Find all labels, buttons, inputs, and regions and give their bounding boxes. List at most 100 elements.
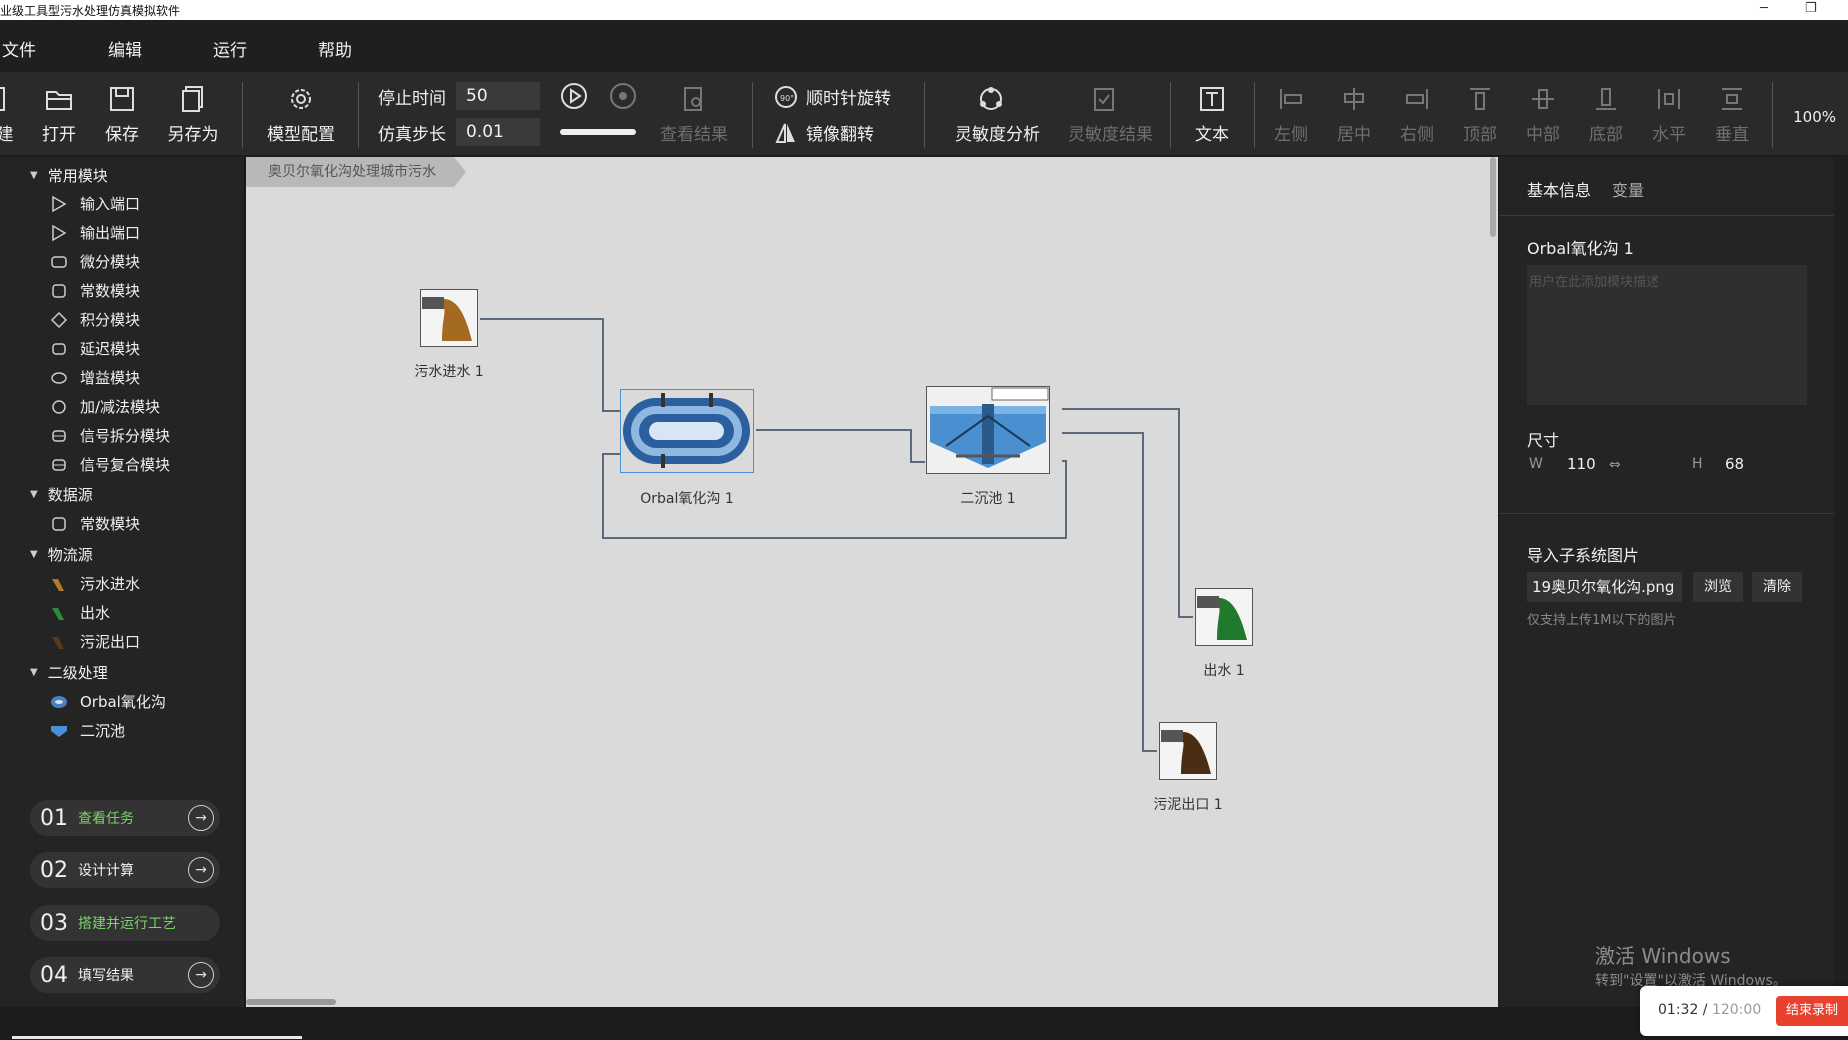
signal-split-icon	[52, 429, 66, 442]
triangle-port-icon	[52, 195, 67, 212]
link-ratio-icon[interactable]: ⇔	[1609, 457, 1621, 473]
mirror-flip-icon	[775, 123, 795, 143]
view-result-button[interactable]: 查看结果	[659, 80, 729, 150]
tree-item-input-port[interactable]: 输入端口	[50, 193, 140, 214]
tree-item-constant[interactable]: 常数模块	[50, 280, 140, 301]
stop-recording-button[interactable]: 结束录制	[1776, 996, 1848, 1026]
clear-button[interactable]: 清除	[1752, 572, 1802, 602]
block-influent[interactable]: 污水进水 1	[414, 289, 484, 380]
triangle-port-icon	[52, 224, 67, 241]
step-input[interactable]	[456, 118, 540, 146]
vertical-scrollbar[interactable]	[1490, 157, 1496, 237]
tree-item-clarifier[interactable]: 二沉池	[50, 720, 125, 741]
diagram-canvas[interactable]: 奥贝尔氧化沟处理城市污水 污水进水 1 Orbal氧化沟 1 二沉池 1 出水 …	[246, 157, 1498, 1007]
block-effluent[interactable]: 出水 1	[1195, 588, 1253, 679]
distribute-vertical-button[interactable]: 垂直	[1701, 80, 1763, 150]
play-icon[interactable]	[560, 82, 588, 110]
open-button[interactable]: 打开	[24, 80, 94, 150]
tree-item-sludge-outlet[interactable]: 污泥出口	[50, 631, 140, 652]
horizontal-scrollbar[interactable]	[246, 999, 336, 1005]
tree-item-effluent[interactable]: 出水	[50, 602, 110, 623]
align-bottom-button[interactable]: 底部	[1575, 80, 1637, 150]
arrow-right-icon: →	[188, 805, 214, 831]
influent-pipe-icon	[420, 289, 478, 347]
module-block-icon	[52, 283, 66, 298]
text-button[interactable]: 文本	[1177, 80, 1247, 150]
size-heading: 尺寸	[1527, 431, 1560, 450]
align-top-button[interactable]: 顶部	[1449, 80, 1511, 150]
divider	[1499, 513, 1834, 514]
pipe-sludge-icon	[52, 636, 64, 649]
align-left-icon	[1280, 89, 1302, 109]
tree-group-secondary[interactable]: ▼ 二级处理	[30, 662, 108, 683]
tree-item-derivative[interactable]: 微分模块	[50, 251, 140, 272]
tree-item-data-constant[interactable]: 常数模块	[50, 513, 140, 534]
width-value[interactable]: 110	[1567, 455, 1596, 473]
tree-item-delay[interactable]: 延迟模块	[50, 338, 140, 359]
menu-bar: 文件 编辑 运行 帮助	[0, 20, 1848, 72]
stop-time-label: 停止时间	[378, 89, 446, 109]
image-file-field[interactable]: 19奥贝尔氧化沟.png	[1527, 572, 1682, 602]
tab-basic-info[interactable]: 基本信息	[1527, 177, 1591, 201]
task-01[interactable]: 01 查看任务 →	[30, 800, 220, 836]
block-clarifier[interactable]: 二沉池 1	[926, 386, 1050, 507]
block-orbal[interactable]: Orbal氧化沟 1	[620, 389, 754, 507]
mirror-button[interactable]: 镜像翻转	[774, 120, 874, 145]
align-center-button[interactable]: 居中	[1323, 80, 1385, 150]
height-value[interactable]: 68	[1725, 455, 1744, 473]
block-sludge-outlet[interactable]: 污泥出口 1	[1153, 722, 1223, 813]
recorder-widget: 01:32 / 120:00 结束录制	[1640, 986, 1848, 1036]
gear-icon	[291, 89, 311, 109]
tab-variables[interactable]: 变量	[1612, 177, 1644, 201]
tree-item-output-port[interactable]: 输出端口	[50, 222, 140, 243]
menu-help[interactable]: 帮助	[318, 36, 352, 61]
tree-item-gain[interactable]: 增益模块	[50, 367, 140, 388]
tree-item-integral[interactable]: 积分模块	[50, 309, 140, 330]
tree-item-orbal[interactable]: Orbal氧化沟	[50, 691, 166, 712]
menu-edit[interactable]: 编辑	[108, 36, 142, 61]
save-button[interactable]: 保存	[87, 80, 157, 150]
save-icon	[110, 87, 134, 111]
tree-item-signal-split[interactable]: 信号拆分模块	[50, 425, 170, 446]
sum-icon	[52, 399, 66, 414]
toolbar-separator	[752, 82, 753, 148]
tree-group-datasource[interactable]: ▼ 数据源	[30, 484, 93, 505]
minimize-icon[interactable]: ─	[1760, 1, 1768, 16]
module-block-icon	[51, 255, 67, 268]
align-left-button[interactable]: 左侧	[1260, 80, 1322, 150]
tree-group-common[interactable]: ▼ 常用模块	[30, 165, 108, 186]
new-button[interactable]: 建	[0, 80, 20, 150]
distribute-horizontal-button[interactable]: 水平	[1638, 80, 1700, 150]
clarifier-icon	[51, 725, 67, 737]
zoom-level[interactable]: 100%	[1793, 108, 1836, 126]
rotate-clockwise-icon: 90°	[775, 85, 797, 108]
menu-file[interactable]: 文件	[2, 36, 36, 61]
align-right-button[interactable]: 右侧	[1386, 80, 1448, 150]
tree-item-signal-combine[interactable]: 信号复合模块	[50, 454, 170, 475]
task-04[interactable]: 04 填写结果 →	[30, 957, 220, 993]
save-as-button[interactable]: 另存为	[158, 80, 228, 150]
stop-icon[interactable]	[609, 82, 637, 110]
menu-run[interactable]: 运行	[213, 36, 247, 61]
sensitivity-result-button[interactable]: 灵敏度结果	[1068, 80, 1153, 150]
text-icon	[1200, 87, 1224, 111]
stop-time-input[interactable]	[456, 82, 540, 110]
tree-item-add-subtract[interactable]: 加/减法模块	[50, 396, 160, 417]
align-right-icon	[1406, 89, 1428, 109]
sensitivity-analysis-button[interactable]: 灵敏度分析	[955, 80, 1040, 150]
model-config-button[interactable]: 模型配置	[266, 80, 336, 150]
module-description-input[interactable]: 用户在此添加模块描述	[1527, 265, 1807, 405]
caret-down-icon: ▼	[30, 489, 38, 500]
restore-icon[interactable]: ❐	[1805, 1, 1817, 16]
step-label: 仿真步长	[378, 125, 446, 145]
rotate-button[interactable]: 90° 顺时针旋转	[774, 84, 891, 109]
toolbar-separator	[1254, 82, 1255, 148]
task-03[interactable]: 03 搭建并运行工艺	[30, 905, 220, 941]
save-as-icon	[182, 86, 203, 112]
tree-group-flowsource[interactable]: ▼ 物流源	[30, 544, 93, 565]
align-middle-button[interactable]: 中部	[1512, 80, 1574, 150]
tree-item-influent[interactable]: 污水进水	[50, 573, 140, 594]
browse-button[interactable]: 浏览	[1693, 572, 1743, 602]
task-02[interactable]: 02 设计计算 →	[30, 852, 220, 888]
oxidation-ditch-icon	[51, 695, 67, 708]
